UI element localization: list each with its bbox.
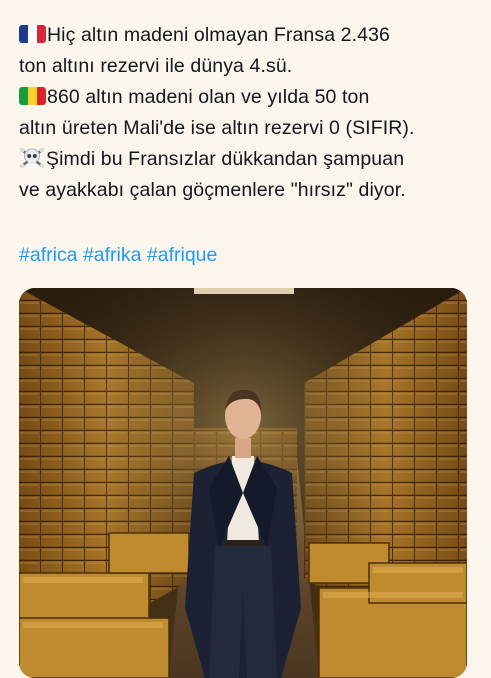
- tweet-line-3: 860 altın madeni olan ve yılda 50 ton: [19, 82, 479, 113]
- tweet-line-1: Hiç altın madeni olmayan Fransa 2.436: [19, 20, 479, 51]
- hashtag-afrique[interactable]: #afrique: [147, 244, 217, 266]
- tweet-line-text: ton altını rezervi ile dünya 4.sü.: [19, 55, 293, 77]
- tweet-line-6: ve ayakkabı çalan göçmenlere "hırsız" di…: [19, 175, 479, 206]
- hashtag-row: #africa #afrika #afrique: [19, 240, 217, 271]
- gold-vault-photo: [19, 288, 467, 678]
- tweet: Hiç altın madeni olmayan Fransa 2.436 to…: [0, 0, 491, 678]
- tweet-line-text: Hiç altın madeni olmayan Fransa 2.436: [47, 24, 390, 46]
- tweet-line-text: Şimdi bu Fransızlar dükkandan şampuan: [46, 148, 405, 170]
- hashtag-afrika[interactable]: #afrika: [83, 244, 142, 266]
- france-flag-icon: [19, 25, 46, 43]
- tweet-text: Hiç altın madeni olmayan Fransa 2.436 to…: [19, 20, 479, 206]
- tweet-line-text: altın üreten Mali'de ise altın rezervi 0…: [19, 117, 415, 139]
- tweet-media-image[interactable]: [19, 288, 467, 678]
- skull-crossbones-icon: [19, 147, 45, 168]
- hashtag-africa[interactable]: #africa: [19, 244, 78, 266]
- tweet-line-5: Şimdi bu Fransızlar dükkandan şampuan: [19, 144, 479, 175]
- tweet-line-text: 860 altın madeni olan ve yılda 50 ton: [47, 86, 370, 108]
- tweet-line-2: ton altını rezervi ile dünya 4.sü.: [19, 51, 479, 82]
- tweet-line-text: ve ayakkabı çalan göçmenlere "hırsız" di…: [19, 179, 406, 201]
- tweet-line-4: altın üreten Mali'de ise altın rezervi 0…: [19, 113, 479, 144]
- mali-flag-icon: [19, 87, 46, 105]
